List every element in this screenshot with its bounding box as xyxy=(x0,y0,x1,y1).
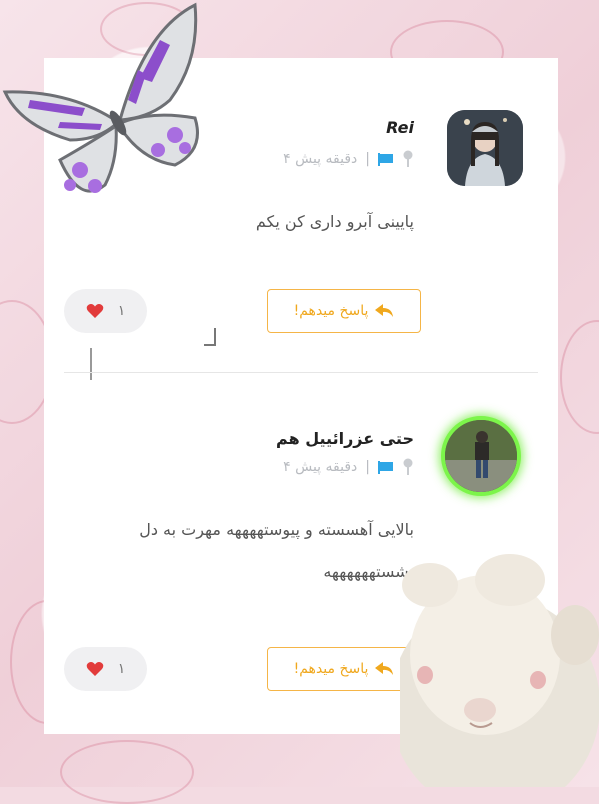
like-button[interactable]: ۱ xyxy=(64,289,147,333)
reply-button[interactable]: پاسخ میدهم! xyxy=(267,647,421,691)
comment-text: بالایی آهسسته و پیوستههههه مهرت به دل نش… xyxy=(139,520,414,581)
meta-separator: | xyxy=(365,459,370,475)
like-count: ۱ xyxy=(117,661,126,677)
flag-icon[interactable] xyxy=(378,152,394,166)
text-cursor xyxy=(90,348,92,380)
lamb-sticker xyxy=(400,554,599,787)
divider xyxy=(64,372,538,373)
comment-time: ۴ دقیقه پیش xyxy=(283,459,358,475)
comment-author-name[interactable]: Rei xyxy=(386,118,414,137)
text-cursor xyxy=(204,328,216,346)
pin-icon[interactable] xyxy=(402,150,414,168)
reply-button-label: پاسخ میدهم! xyxy=(293,303,369,319)
pin-icon[interactable] xyxy=(402,458,414,476)
avatar[interactable] xyxy=(447,110,523,186)
reply-button-label: پاسخ میدهم! xyxy=(293,661,369,677)
reply-arrow-icon xyxy=(375,662,394,675)
meta-separator: | xyxy=(365,151,370,167)
reply-arrow-icon xyxy=(375,304,394,317)
comment-meta: ۴ دقیقه پیش | xyxy=(283,458,414,476)
comment-meta: ۴ دقیقه پیش | xyxy=(283,150,414,168)
heart-icon xyxy=(86,662,104,676)
comment-author-name[interactable]: حتی عزرائییل هم xyxy=(276,429,414,448)
avatar[interactable] xyxy=(441,416,521,496)
comment-time: ۴ دقیقه پیش xyxy=(283,151,358,167)
like-count: ۱ xyxy=(117,303,126,319)
like-button[interactable]: ۱ xyxy=(64,647,147,691)
heart-icon xyxy=(86,304,104,318)
butterfly-sticker xyxy=(2,2,199,193)
flag-icon[interactable] xyxy=(378,460,394,474)
reply-button[interactable]: پاسخ میدهم! xyxy=(267,289,421,333)
